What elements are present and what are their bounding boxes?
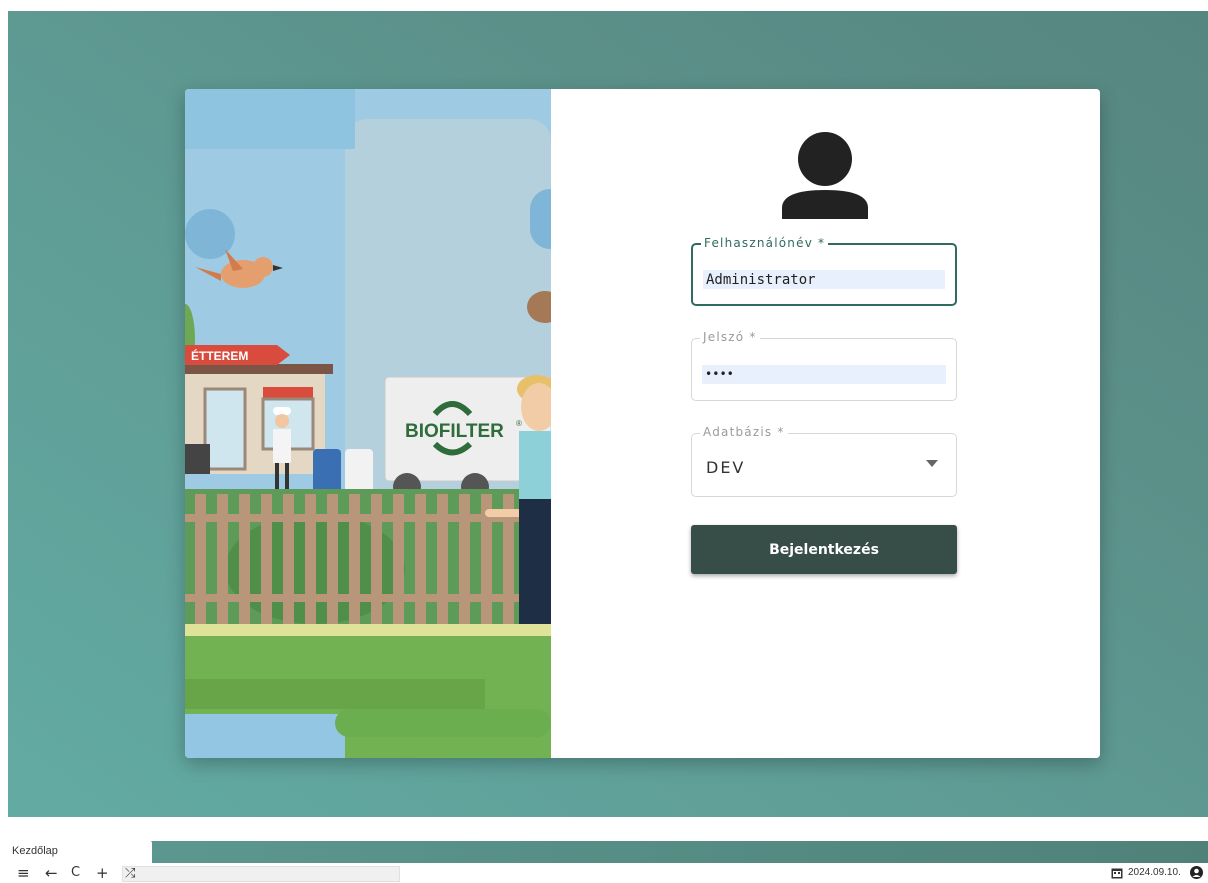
calendar-icon[interactable] bbox=[1111, 867, 1123, 879]
database-select[interactable]: Adatbázis * DEV bbox=[691, 425, 957, 497]
app-background: ÉTTEREM BIOFILTER ® Felhasználónév * Adm… bbox=[8, 11, 1208, 817]
caret-down-icon bbox=[926, 460, 938, 467]
person-icon bbox=[782, 132, 868, 219]
restaurant-sign-text: ÉTTEREM bbox=[191, 348, 248, 363]
reload-icon[interactable]: C bbox=[71, 864, 80, 882]
tab-home-label: Kezdőlap bbox=[12, 845, 58, 857]
login-card: ÉTTEREM BIOFILTER ® Felhasználónév * Adm… bbox=[185, 89, 1100, 758]
login-button[interactable]: Bejelentkezés bbox=[691, 525, 957, 574]
password-field[interactable]: Jelszó * •••• bbox=[691, 330, 957, 401]
tab-home[interactable]: Kezdőlap bbox=[8, 841, 152, 863]
bottom-toolbar: ≡ ← C + ⤮ 2024.09.10. bbox=[0, 863, 1208, 883]
truck-registered-mark: ® bbox=[516, 419, 522, 428]
shuffle-icon[interactable]: ⤮ bbox=[125, 865, 135, 883]
date-display: 2024.09.10. bbox=[1128, 867, 1181, 878]
database-value: DEV bbox=[706, 458, 746, 477]
menu-icon[interactable]: ≡ bbox=[17, 864, 30, 882]
restaurant-building: ÉTTEREM bbox=[185, 345, 333, 474]
tab-strip: Kezdőlap bbox=[8, 841, 1208, 863]
biofilter-illustration: ÉTTEREM BIOFILTER ® bbox=[185, 89, 551, 758]
username-input[interactable] bbox=[703, 270, 945, 289]
username-label: Felhasználónév * bbox=[701, 236, 829, 250]
back-arrow-icon[interactable]: ← bbox=[45, 864, 58, 882]
password-label: Jelszó * bbox=[700, 330, 760, 344]
address-bar[interactable]: ⤮ bbox=[122, 866, 400, 882]
password-input[interactable]: •••• bbox=[702, 365, 946, 384]
truck-brand-text: BIOFILTER bbox=[405, 421, 504, 442]
add-icon[interactable]: + bbox=[96, 864, 109, 882]
username-field[interactable]: Felhasználónév * bbox=[691, 236, 957, 306]
login-panel: Felhasználónév * Jelszó * •••• Adatbázis… bbox=[551, 89, 1100, 758]
user-account-icon[interactable] bbox=[1190, 866, 1203, 879]
database-label: Adatbázis * bbox=[700, 425, 788, 439]
